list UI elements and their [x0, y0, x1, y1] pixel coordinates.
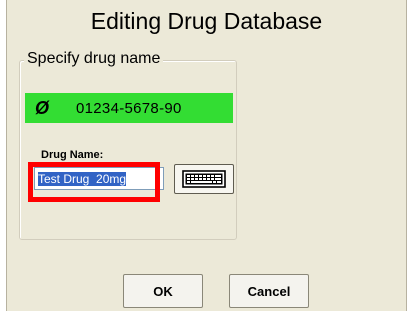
keyboard-icon	[182, 170, 226, 188]
ndc-code: 01234-5678-90	[76, 99, 182, 117]
drug-name-input[interactable]	[34, 167, 164, 190]
ok-button[interactable]: OK	[123, 274, 203, 308]
barcode-icon: Ø	[35, 97, 50, 118]
cancel-button[interactable]: Cancel	[229, 274, 309, 308]
edit-drug-dialog: Editing Drug Database Specify drug name …	[6, 0, 407, 311]
groupbox-title: Specify drug name	[24, 50, 164, 68]
ndc-code-bar: Ø 01234-5678-90	[25, 93, 233, 123]
keyboard-button[interactable]	[174, 164, 234, 194]
dialog-title: Editing Drug Database	[90, 8, 323, 34]
drug-name-label: Drug Name:	[41, 149, 104, 161]
